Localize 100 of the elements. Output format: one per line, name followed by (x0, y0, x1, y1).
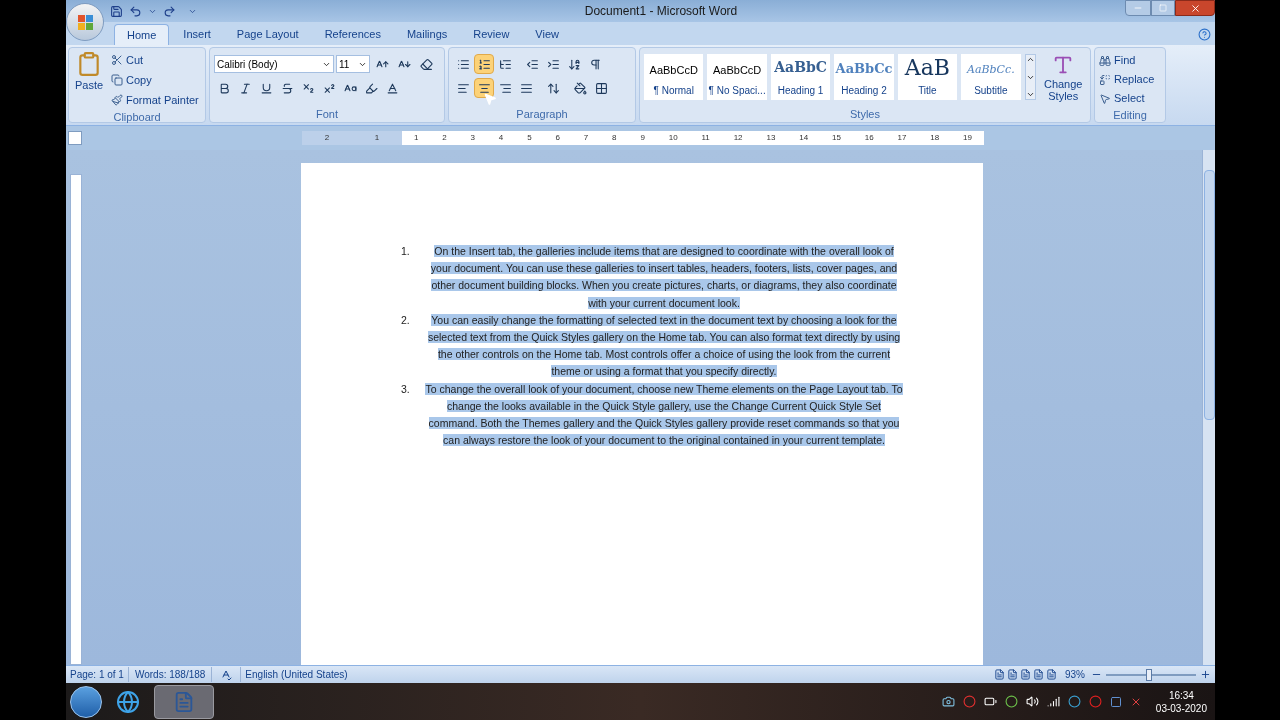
taskbar-clock[interactable]: 16:34 03-03-2020 (1155, 688, 1207, 715)
help-icon[interactable] (1198, 28, 1211, 41)
word-count[interactable]: Words: 188/188 (128, 667, 213, 682)
bullets-icon (456, 57, 470, 71)
ruler-number: 4 (498, 132, 504, 144)
view-mode-icon[interactable] (1007, 669, 1018, 680)
ribbon-tab[interactable]: Home (114, 24, 170, 45)
zoom-in-icon[interactable] (1200, 669, 1211, 680)
vertical-scrollbar[interactable] (1202, 150, 1215, 665)
more-icon (1026, 90, 1035, 99)
ribbon-tab[interactable]: Mailings (394, 24, 460, 45)
view-mode-icon[interactable] (994, 669, 1005, 680)
font-color-icon (385, 81, 399, 95)
editing-command[interactable]: Select (1099, 90, 1161, 107)
style-gallery-item[interactable]: AaBbCc. Subtitle (961, 54, 1021, 100)
ribbon-tab[interactable]: View (523, 24, 571, 45)
save-icon[interactable] (110, 4, 123, 18)
ruler-number: 18 (930, 132, 940, 144)
style-gallery-item[interactable]: AaB Title (897, 54, 958, 100)
clipboard-command[interactable]: Copy (111, 71, 199, 89)
style-gallery-item[interactable]: AaBbCcD ¶ No Spaci... (707, 54, 767, 100)
style-gallery-item[interactable]: AaBbC Heading 1 (770, 54, 831, 100)
list-number: 1. (401, 244, 411, 259)
align-button[interactable] (474, 78, 494, 98)
list-number: 3. (401, 381, 411, 397)
ruler-number: 2 (324, 132, 330, 144)
style-gallery-item[interactable]: AaBbCc Heading 2 (834, 54, 894, 100)
redo-icon[interactable] (163, 4, 176, 18)
signal-icon[interactable] (1046, 695, 1060, 708)
align-icon (519, 81, 533, 95)
list-paragraph: To change the overall look of your document, choose new Theme elements on the Page Layout tab. To change the looks available in the Quick Style gallery, use the Change Current Quick Style Set command. Both the Themes gallery and the Quick Styles gallery provide reset commands so that you can always restore the look of your document to the original contained in your current template. (424, 381, 904, 449)
zoom-thumb[interactable] (1146, 668, 1153, 681)
ruler-number: 14 (799, 132, 809, 144)
record-icon[interactable] (962, 695, 976, 708)
font-size-field[interactable]: 11 (336, 55, 370, 73)
battery-icon[interactable] (983, 695, 997, 708)
style-preview: AaB (904, 56, 950, 78)
view-mode-icon[interactable] (1046, 669, 1057, 680)
group-label: Font (316, 106, 338, 122)
change-styles-button[interactable]: Change Styles (1040, 54, 1086, 102)
pointer-icon (1099, 92, 1111, 105)
show-marks-icon (588, 57, 602, 71)
minimize-button[interactable] (1125, 0, 1151, 16)
scissors-icon (111, 54, 123, 66)
subscript-icon (301, 81, 315, 95)
align-icon (498, 81, 512, 95)
editing-command[interactable]: Find (1099, 52, 1161, 69)
restore-button[interactable] (1151, 0, 1175, 16)
underline-icon (259, 81, 273, 95)
style-preview: AaBbC (774, 58, 827, 77)
ruler-number: 8 (612, 132, 617, 144)
undo-icon[interactable] (129, 4, 142, 18)
sort-icon (567, 57, 581, 71)
line-spacing-icon (546, 81, 560, 95)
style-gallery-item[interactable]: AaBbCcD ¶ Normal (644, 54, 704, 100)
gallery-scroll[interactable] (1024, 54, 1037, 100)
ruler-number: 6 (555, 132, 560, 144)
numbering-button[interactable] (474, 54, 494, 74)
zoom-slider[interactable] (1106, 667, 1196, 682)
browser-icon[interactable] (116, 689, 140, 714)
tray-app-icon[interactable] (1109, 695, 1122, 708)
close-button[interactable] (1175, 0, 1215, 16)
ruler-number: 17 (897, 132, 907, 144)
ruler-number: 11 (701, 132, 710, 144)
editing-command[interactable]: Replace (1099, 71, 1161, 88)
numbering-icon (477, 57, 491, 71)
page-count[interactable]: Page: 1 of 1 (66, 667, 129, 682)
tray-app-icon[interactable] (1067, 695, 1081, 708)
clipboard-command[interactable]: Format Painter (111, 91, 199, 109)
ruler-number: 1 (413, 132, 419, 144)
ruler-number: 1 (374, 132, 380, 144)
view-mode-icon[interactable] (1033, 669, 1044, 680)
word-taskbar-button[interactable] (154, 684, 214, 719)
ribbon-tab[interactable]: References (312, 24, 393, 45)
tray-app-icon[interactable] (1004, 695, 1018, 708)
font-family-field[interactable]: Calibri (Body) (214, 55, 334, 73)
ribbon-tab[interactable]: Review (461, 24, 522, 45)
language-status[interactable]: English (United States) (240, 667, 352, 682)
document-icon (173, 690, 195, 713)
volume-icon[interactable] (1025, 695, 1039, 708)
zoom-level[interactable]: 93% (1065, 667, 1085, 682)
highlight-icon (364, 81, 378, 95)
view-mode-icon[interactable] (1020, 669, 1031, 680)
camera-icon[interactable] (941, 695, 955, 708)
style-preview: AaBbCc. (966, 61, 1015, 78)
tray-app-icon[interactable] (1088, 695, 1102, 708)
horizontal-ruler[interactable]: 2 1 1 2 3 4 5 6 7 8 9 10 11 12 13 14 15 16 17 18 19 (302, 131, 984, 145)
superscript-icon (322, 81, 336, 95)
ribbon-tab[interactable]: Insert (171, 24, 223, 45)
ruler-number: 12 (733, 132, 743, 144)
paste-button[interactable]: Paste (71, 51, 107, 94)
clipboard-command[interactable]: Cut (111, 51, 199, 69)
start-button[interactable] (70, 685, 102, 718)
tab-selector[interactable] (68, 131, 82, 145)
list-number: 2. (401, 312, 411, 328)
proofing-icon[interactable] (220, 668, 233, 681)
decrease-indent-icon (525, 57, 539, 71)
ruler-number: 15 (831, 132, 841, 144)
ribbon-tab[interactable]: Page Layout (224, 24, 311, 45)
office-button[interactable] (66, 3, 104, 41)
